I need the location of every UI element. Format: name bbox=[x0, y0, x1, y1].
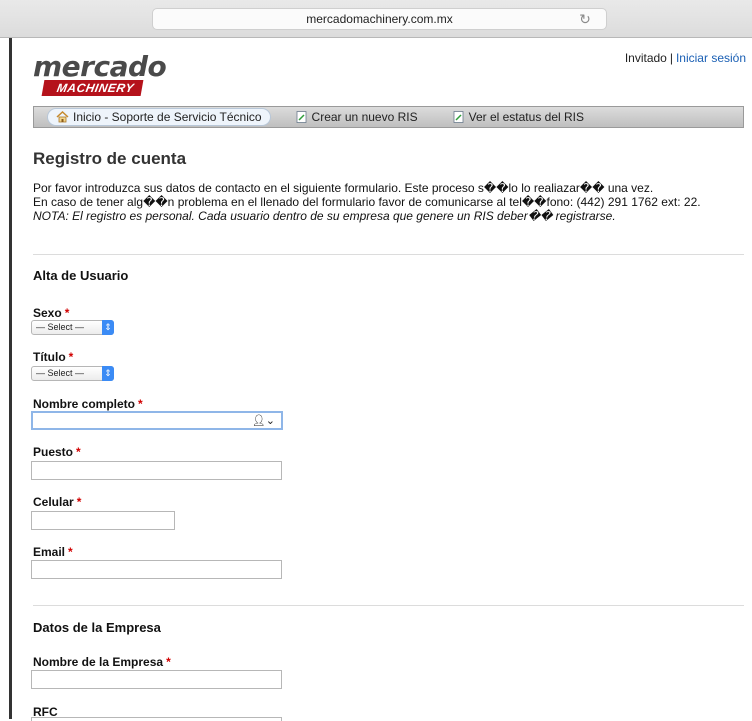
sexo-select[interactable]: — Select — ⇕ bbox=[31, 320, 114, 335]
home-icon bbox=[56, 111, 69, 123]
label-titulo-text: Título bbox=[33, 350, 66, 364]
logo-top-text: mercado bbox=[33, 50, 167, 83]
nav-item-home[interactable]: Inicio - Soporte de Servicio Técnico bbox=[47, 108, 271, 126]
page-title: Registro de cuenta bbox=[33, 149, 187, 168]
logo-bottom-text: MACHINERY bbox=[41, 80, 144, 96]
email-input[interactable] bbox=[31, 560, 282, 579]
label-empresa: Nombre de la Empresa * bbox=[33, 655, 171, 669]
required-mark: * bbox=[76, 495, 82, 509]
section-title-company: Datos de la Empresa bbox=[33, 620, 161, 635]
main-nav: Inicio - Soporte de Servicio Técnico Cre… bbox=[33, 106, 744, 128]
document-icon bbox=[296, 111, 306, 123]
intro-line-2: En caso de tener alg��n problema en el l… bbox=[33, 195, 701, 209]
required-mark: * bbox=[68, 545, 73, 559]
select-arrows-icon: ⇕ bbox=[102, 366, 114, 381]
intro-note: NOTA: El registro es personal. Cada usua… bbox=[33, 209, 616, 223]
nav-item-ris-status[interactable]: Ver el estatus del RIS bbox=[442, 108, 594, 126]
label-celular-text: Celular bbox=[33, 495, 74, 509]
required-mark: * bbox=[68, 350, 74, 364]
titulo-select-value: — Select — bbox=[36, 368, 85, 378]
sexo-select-value: — Select — bbox=[36, 322, 85, 332]
required-mark: * bbox=[138, 397, 143, 411]
guest-label: Invitado bbox=[624, 51, 667, 65]
left-frame-border bbox=[0, 38, 12, 719]
login-link[interactable]: Iniciar sesión bbox=[676, 51, 746, 65]
address-text: mercadomachinery.com.mx bbox=[306, 12, 453, 26]
label-puesto: Puesto * bbox=[33, 445, 81, 459]
address-bar[interactable]: mercadomachinery.com.mx bbox=[152, 8, 607, 30]
label-email-text: Email bbox=[33, 545, 66, 559]
nav-home-label: Inicio - Soporte de Servicio Técnico bbox=[73, 110, 262, 124]
rfc-input[interactable] bbox=[31, 717, 282, 721]
label-celular: Celular * bbox=[33, 495, 81, 509]
label-titulo: Título * bbox=[33, 350, 73, 364]
label-nombre-text: Nombre completo bbox=[33, 397, 136, 411]
nav-ris-status-label: Ver el estatus del RIS bbox=[468, 110, 585, 124]
label-puesto-text: Puesto bbox=[33, 445, 74, 459]
celular-input[interactable] bbox=[31, 511, 175, 530]
puesto-input[interactable] bbox=[31, 461, 282, 480]
required-mark: * bbox=[166, 655, 171, 669]
person-icon[interactable]: 👤︎⌄ bbox=[252, 414, 275, 427]
label-sexo: Sexo * bbox=[33, 306, 69, 320]
reload-icon[interactable]: ↻ bbox=[576, 10, 594, 28]
required-mark: * bbox=[64, 306, 70, 320]
label-empresa-text: Nombre de la Empresa bbox=[33, 655, 164, 669]
divider bbox=[33, 605, 744, 606]
select-arrows-icon: ⇕ bbox=[102, 320, 114, 335]
logo[interactable]: mercado MACHINERY bbox=[33, 50, 173, 96]
label-email: Email * bbox=[33, 545, 73, 559]
nombre-input[interactable]: 👤︎⌄ bbox=[31, 411, 283, 430]
nav-item-new-ris[interactable]: Crear un nuevo RIS bbox=[285, 108, 428, 126]
titulo-select[interactable]: — Select — ⇕ bbox=[31, 366, 114, 381]
label-nombre: Nombre completo * bbox=[33, 397, 143, 411]
document-icon bbox=[453, 111, 464, 123]
browser-toolbar: mercadomachinery.com.mx ↻ bbox=[0, 0, 752, 38]
divider bbox=[33, 254, 744, 255]
label-sexo-text: Sexo bbox=[33, 306, 62, 320]
intro-line-1: Por favor introduzca sus datos de contac… bbox=[33, 181, 654, 195]
user-links: Invitado | Iniciar sesión bbox=[625, 51, 746, 65]
section-title-user: Alta de Usuario bbox=[33, 268, 129, 283]
intro-text: Por favor introduzca sus datos de contac… bbox=[33, 181, 701, 223]
empresa-input[interactable] bbox=[31, 670, 282, 689]
separator: | bbox=[669, 51, 673, 65]
required-mark: * bbox=[76, 445, 81, 459]
nav-new-ris-label: Crear un nuevo RIS bbox=[311, 110, 418, 124]
